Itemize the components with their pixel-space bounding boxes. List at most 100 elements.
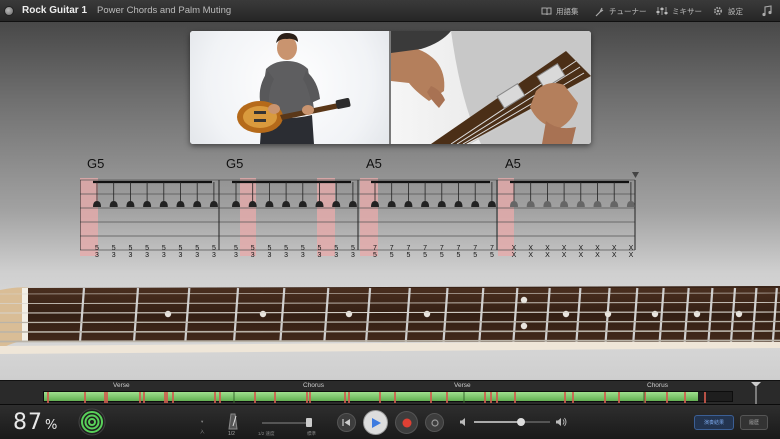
cycle-icon	[430, 418, 439, 427]
mistake-marker	[604, 392, 606, 403]
note-head	[126, 201, 135, 207]
skip-back-icon	[342, 419, 350, 426]
settings-button[interactable]: 設定	[712, 0, 743, 22]
tempo-slow-label: 1/2 速度	[258, 431, 275, 436]
inlay-dot	[423, 310, 431, 318]
tab-number: 3	[284, 252, 288, 259]
tab-number: 5	[267, 245, 271, 252]
tab-number: 5	[195, 245, 199, 252]
playhead-icon[interactable]	[750, 381, 762, 405]
inlay-dot	[259, 310, 267, 318]
mistake-marker	[379, 392, 381, 403]
mistake-marker	[344, 392, 346, 403]
tuner-button[interactable]: チューナー	[594, 0, 647, 22]
tab-number: 7	[473, 245, 477, 252]
section-label: Verse	[454, 382, 471, 389]
tab-number: 7	[406, 245, 410, 252]
note-head	[543, 201, 552, 207]
note-head	[626, 201, 635, 207]
note-head	[282, 201, 291, 207]
tab-number: 5	[490, 252, 494, 259]
instructor-video-panel	[190, 31, 389, 144]
note-head	[437, 201, 446, 207]
glossary-button[interactable]: 用語集	[541, 0, 579, 22]
guitar-string	[0, 330, 780, 333]
note-head	[298, 201, 307, 207]
volume-slider-track[interactable]	[474, 421, 550, 423]
mistake-marker	[514, 392, 516, 403]
score-display: 87%	[13, 410, 58, 435]
record-button[interactable]	[395, 411, 418, 434]
cycle-button[interactable]	[425, 413, 444, 432]
guitar-string	[0, 339, 780, 343]
score-ring-icon	[78, 408, 106, 436]
metronome-icon[interactable]	[226, 412, 240, 430]
tab-number: 5	[406, 252, 410, 259]
tab-number: 3	[162, 252, 166, 259]
mixer-sliders-icon	[656, 7, 668, 15]
lesson-video[interactable]	[190, 31, 591, 144]
tab-number: 5	[334, 245, 338, 252]
tab-number: 5	[179, 245, 183, 252]
count-in-indicator[interactable]: ▾	[201, 419, 203, 425]
volume-slider-knob[interactable]	[517, 418, 526, 426]
tab-number: 3	[301, 252, 305, 259]
mistake-marker	[572, 392, 574, 403]
note-head	[454, 201, 463, 207]
hand-closeup-video-panel	[391, 31, 591, 144]
note-head	[265, 201, 274, 207]
song-progress-bar[interactable]: Verse Chorus Verse Chorus	[0, 380, 780, 405]
history-button[interactable]: 履歴	[740, 415, 768, 430]
tab-number: 5	[318, 245, 322, 252]
lesson-menu-icon[interactable]	[4, 5, 14, 16]
tab-number: X	[629, 245, 634, 252]
tab-number: 5	[301, 245, 305, 252]
skip-back-button[interactable]	[337, 413, 356, 432]
mistake-marker	[704, 392, 706, 403]
note-head	[471, 201, 480, 207]
tab-staff: 5353535353535353535353535353535375757575…	[80, 172, 639, 259]
note-head	[610, 201, 619, 207]
inlay-dot	[345, 310, 353, 318]
tab-number: X	[578, 245, 583, 252]
mistake-marker	[219, 392, 221, 403]
tab-number: X	[545, 252, 550, 259]
tempo-slider-track[interactable]	[262, 422, 312, 424]
mistake-marker	[394, 392, 396, 403]
section-label: Chorus	[303, 382, 324, 389]
mistake-marker	[430, 392, 432, 403]
note-head	[209, 201, 218, 207]
tab-number: X	[629, 252, 634, 259]
tab-number: 3	[251, 252, 255, 259]
tuner-label: チューナー	[609, 6, 647, 16]
tab-number: 3	[212, 252, 216, 259]
music-menu-button[interactable]	[761, 0, 773, 22]
tab-number: X	[512, 245, 517, 252]
tab-number: X	[578, 252, 583, 259]
score-unit: %	[45, 418, 59, 433]
tab-number: X	[545, 245, 550, 252]
tab-number: 5	[112, 245, 116, 252]
play-button[interactable]	[363, 410, 388, 435]
tab-number: 5	[251, 245, 255, 252]
results-button[interactable]: 演奏結果	[694, 415, 734, 430]
tab-number: 7	[440, 245, 444, 252]
mistake-marker	[143, 392, 145, 403]
tab-number: X	[562, 252, 567, 259]
tab-number: 3	[145, 252, 149, 259]
tab-number: 3	[334, 252, 338, 259]
lesson-subtitle: Power Chords and Palm Muting	[97, 5, 232, 16]
mistake-marker	[104, 392, 106, 403]
tab-number: 7	[490, 245, 494, 252]
note-head	[193, 201, 202, 207]
note-head	[404, 201, 413, 207]
tab-number: X	[528, 252, 533, 259]
progress-track[interactable]	[43, 391, 733, 403]
mistake-marker	[306, 392, 308, 403]
mixer-button[interactable]: ミキサー	[656, 0, 702, 22]
tab-number: 3	[195, 252, 199, 259]
tempo-slider-knob[interactable]	[306, 418, 312, 427]
tab-number: X	[612, 245, 617, 252]
tab-number: 3	[234, 252, 238, 259]
mistake-marker	[564, 392, 566, 403]
